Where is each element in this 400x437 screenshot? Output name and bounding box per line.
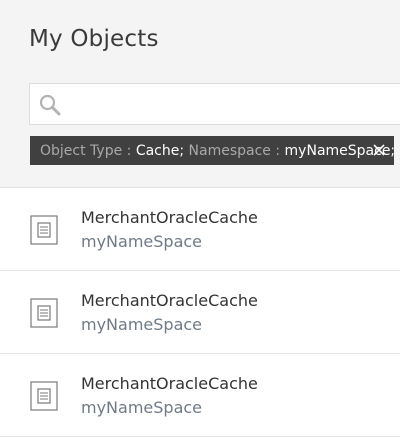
list-item[interactable]: MerchantOracleCache myNameSpace [0,354,400,437]
filter-type-key: Object Type : [40,142,132,159]
item-name: MerchantOracleCache [81,291,258,310]
cache-icon [30,381,58,411]
search-box[interactable] [29,83,400,126]
search-icon[interactable] [38,93,62,117]
item-namespace: myNameSpace [81,232,203,251]
cache-icon [30,215,58,245]
search-input[interactable] [70,84,400,126]
item-namespace: myNameSpace [81,398,203,417]
item-name: MerchantOracleCache [81,208,258,227]
cache-icon [30,298,58,328]
item-namespace: myNameSpace [81,315,203,334]
list-item[interactable]: MerchantOracleCache myNameSpace [0,188,400,271]
filter-namespace-key: Namespace : [188,142,281,159]
filter-chip[interactable]: Object Type : Cache; Namespace : myNameS… [30,136,395,165]
header: My Objects Object Type : Cache; Namespac… [0,0,400,188]
item-name: MerchantOracleCache [81,374,258,393]
page-title: My Objects [29,26,159,52]
list-item[interactable]: MerchantOracleCache myNameSpace [0,271,400,354]
close-icon[interactable] [372,143,386,157]
filter-type-value: Cache; [135,142,185,159]
